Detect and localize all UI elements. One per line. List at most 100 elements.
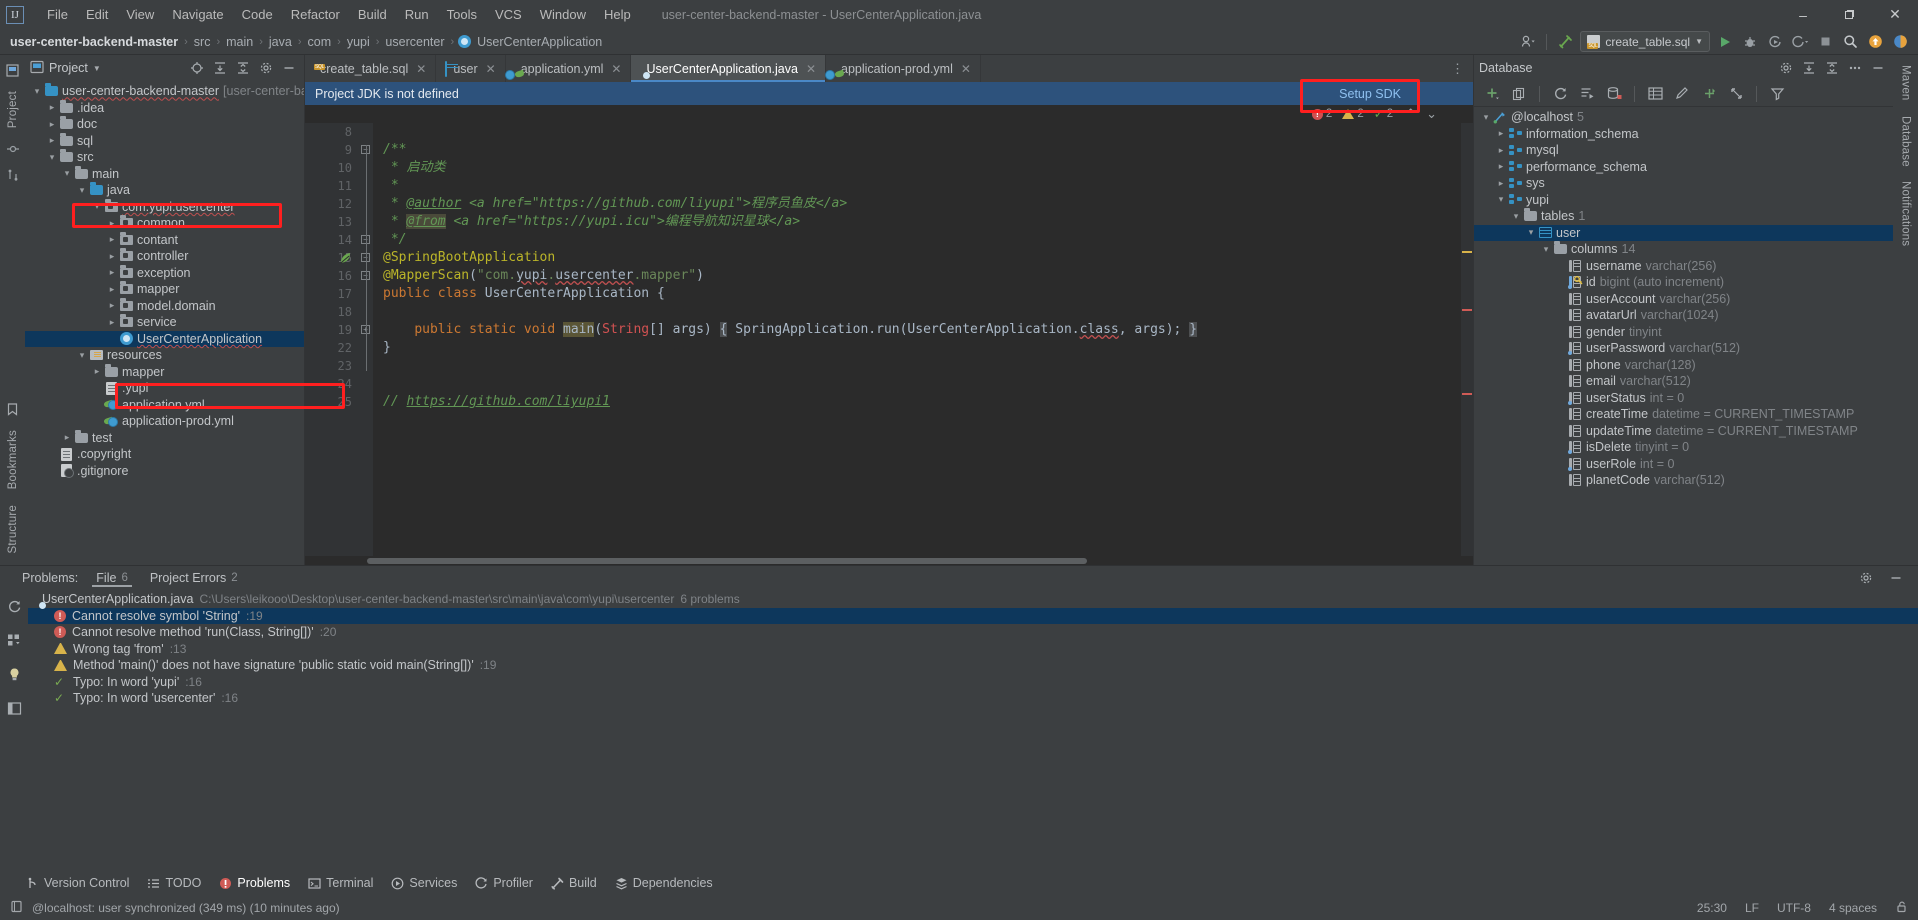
stop-icon[interactable]: [1815, 32, 1835, 52]
chevron-right-icon[interactable]: ▸: [106, 267, 118, 278]
problem-item[interactable]: Cannot resolve symbol 'String':19: [28, 607, 1918, 624]
menu-item-tools[interactable]: Tools: [438, 5, 486, 24]
hide-icon[interactable]: [279, 58, 299, 78]
menu-item-refactor[interactable]: Refactor: [282, 5, 349, 24]
updates-icon[interactable]: [1865, 32, 1885, 52]
refresh-icon[interactable]: [1550, 84, 1570, 104]
project-tree-item-row[interactable]: ▾ resources: [25, 347, 304, 364]
database-tree-item-row[interactable]: ▸ information_schema: [1474, 126, 1893, 143]
database-tree-item-row[interactable]: id bigint (auto increment): [1474, 274, 1893, 291]
horizontal-scrollbar[interactable]: [305, 556, 1473, 565]
close-button[interactable]: ✕: [1872, 0, 1918, 29]
run-icon[interactable]: [1715, 32, 1735, 52]
chevron-down-icon[interactable]: ▼: [93, 64, 101, 73]
database-tree-item-row[interactable]: userAccount varchar(256): [1474, 291, 1893, 308]
project-tree-item-row[interactable]: ▸ mapper: [25, 281, 304, 298]
editor-tab-options[interactable]: ⋮: [1451, 55, 1473, 82]
chevron-down-icon[interactable]: ▾: [76, 350, 88, 361]
project-tree-item-row[interactable]: .yupi: [25, 380, 304, 397]
problem-item[interactable]: Wrong tag 'from':13: [28, 641, 1918, 658]
search-icon[interactable]: [1840, 32, 1860, 52]
ide-help-icon[interactable]: [1890, 32, 1910, 52]
expand-icon[interactable]: [1726, 84, 1746, 104]
project-tree-item-row[interactable]: ▸ contant: [25, 231, 304, 249]
rail-tab-project[interactable]: Project: [4, 85, 22, 134]
chevron-down-icon[interactable]: ▾: [46, 152, 58, 163]
filter-icon[interactable]: [1767, 84, 1787, 104]
run-configuration-selector[interactable]: create_table.sql ▼: [1580, 31, 1710, 52]
database-tree-item-row[interactable]: createTime datetime = CURRENT_TIMESTAMP: [1474, 406, 1893, 423]
chevron-down-icon[interactable]: ▾: [76, 185, 88, 196]
project-icon[interactable]: [3, 61, 22, 80]
project-tree-item-row[interactable]: application-prod.yml: [25, 413, 304, 430]
project-tree-item-row[interactable]: ▸ common: [25, 215, 304, 232]
more-options-icon[interactable]: ⋮: [1451, 61, 1465, 77]
chevron-right-icon[interactable]: ▸: [46, 102, 58, 113]
rerun-icon[interactable]: [4, 596, 24, 616]
chevron-down-icon[interactable]: ▾: [1525, 227, 1537, 238]
database-tree-item-row[interactable]: planetCode varchar(512): [1474, 472, 1893, 489]
editor-tab-application-yml[interactable]: application.yml ✕: [506, 55, 632, 82]
spring-bean-gutter-icon[interactable]: [339, 251, 351, 265]
run-query-icon[interactable]: [1577, 84, 1597, 104]
preview-icon[interactable]: [4, 698, 24, 718]
problems-tab-project-errors[interactable]: Project Errors 2: [146, 569, 242, 587]
problems-list[interactable]: UserCenterApplication.java C:\Users\leiko…: [28, 589, 1918, 870]
menu-item-vcs[interactable]: VCS: [486, 5, 531, 24]
settings-gear-icon[interactable]: [1776, 58, 1796, 78]
rail-tab-structure[interactable]: Structure: [4, 499, 22, 559]
db-sync-icon[interactable]: [1604, 84, 1624, 104]
setup-sdk-link[interactable]: Setup SDK: [1339, 87, 1463, 101]
database-tree-item-row[interactable]: ▾ yupi: [1474, 192, 1893, 209]
problem-item[interactable]: ✓ Typo: In word 'usercenter':16: [28, 690, 1918, 707]
profile-icon[interactable]: [1790, 32, 1810, 52]
chevron-down-icon[interactable]: ▾: [61, 168, 73, 179]
editor-tab-bar[interactable]: create_table.sql ✕ user ✕ application.yml ✕ Us…: [305, 55, 1473, 82]
chevron-right-icon[interactable]: ▸: [1495, 161, 1507, 172]
code-content[interactable]: /** * 启动类 * * @author <a href="https://g…: [373, 123, 1473, 565]
code-editor[interactable]: 891011121314151617181922232425 −−−−+ /**…: [305, 123, 1473, 565]
problems-tab-file[interactable]: File 6: [92, 569, 132, 587]
database-tree-item-row[interactable]: avatarUrl varchar(1024): [1474, 307, 1893, 324]
database-tree-item-row[interactable]: userRole int = 0: [1474, 456, 1893, 473]
line-separator[interactable]: LF: [1745, 901, 1759, 915]
project-tree-item-row[interactable]: .gitignore: [25, 463, 304, 480]
chevron-right-icon[interactable]: ▸: [61, 432, 73, 443]
database-tree-item-row[interactable]: ▾ tables 1: [1474, 208, 1893, 225]
tool-window-build[interactable]: Build: [551, 876, 597, 890]
database-tree-item-row[interactable]: ▾ user: [1474, 224, 1893, 241]
project-tree-item-row[interactable]: UserCenterApplication: [25, 330, 304, 347]
database-tree-item-row[interactable]: userPassword varchar(512): [1474, 340, 1893, 357]
code-line-12[interactable]: * @author <a href="https://github.com/li…: [383, 195, 1473, 213]
collapse-all-icon[interactable]: [1822, 58, 1842, 78]
code-line-18[interactable]: [383, 303, 1473, 321]
settings-gear-icon[interactable]: [1856, 568, 1876, 588]
code-line-8[interactable]: [383, 123, 1473, 141]
run-with-coverage-icon[interactable]: [1765, 32, 1785, 52]
menu-item-file[interactable]: File: [38, 5, 77, 24]
bookmarks-icon[interactable]: [3, 400, 22, 419]
read-write-lock-icon[interactable]: [1895, 900, 1908, 916]
copy-icon[interactable]: [1509, 84, 1529, 104]
close-tab-icon[interactable]: ✕: [416, 62, 426, 76]
hide-icon[interactable]: [1868, 58, 1888, 78]
project-tree-item-row[interactable]: ▾ main: [25, 165, 304, 183]
pull-requests-icon[interactable]: [3, 165, 22, 184]
indent-setting[interactable]: 4 spaces: [1829, 901, 1877, 915]
menu-item-run[interactable]: Run: [396, 5, 438, 24]
code-line-10[interactable]: * 启动类: [383, 159, 1473, 177]
close-tab-icon[interactable]: ✕: [806, 62, 816, 76]
editor-tab-application-prod-yml[interactable]: application-prod.yml ✕: [826, 55, 981, 82]
edit-icon[interactable]: [1672, 84, 1692, 104]
scrollbar-thumb[interactable]: [367, 558, 1087, 564]
rail-tab-database[interactable]: Database: [1897, 110, 1915, 173]
table-editor-icon[interactable]: [1645, 84, 1665, 104]
close-tab-icon[interactable]: ✕: [961, 62, 971, 76]
project-tree-item-row[interactable]: ▸ controller: [25, 248, 304, 265]
tool-window-profiler[interactable]: Profiler: [475, 876, 533, 890]
warning-count-badge[interactable]: 2: [1342, 108, 1364, 120]
editor-tab-usercenterapplication-java[interactable]: UserCenterApplication.java ✕: [631, 55, 826, 82]
editor-tab-user[interactable]: user ✕: [436, 55, 506, 82]
status-book-icon[interactable]: [10, 900, 23, 916]
chevron-right-icon[interactable]: ▸: [91, 366, 103, 377]
